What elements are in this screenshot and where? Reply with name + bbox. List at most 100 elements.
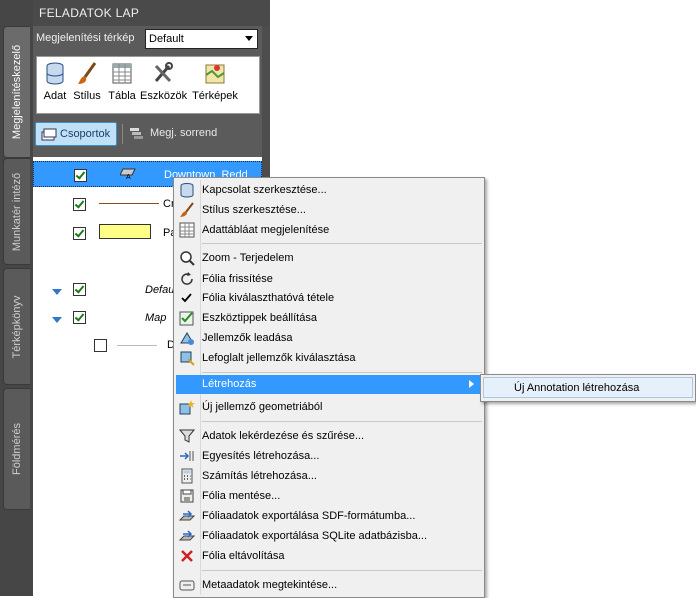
menu-item-view-metadata[interactable]: Metaadatok megtekintése... bbox=[176, 576, 482, 595]
map-icon bbox=[205, 64, 225, 84]
table-icon bbox=[179, 222, 195, 238]
tab-label: Földmérés bbox=[11, 423, 23, 475]
delete-icon bbox=[181, 550, 193, 562]
menu-item-label: Fólia kiválaszthatóvá tétele bbox=[202, 292, 335, 304]
save-layer-icon bbox=[180, 489, 194, 503]
draw-order-icon bbox=[130, 128, 143, 139]
toolbar-divider bbox=[122, 124, 123, 144]
menu-separator bbox=[202, 421, 482, 422]
tab-map-explorer[interactable]: Munkatér intéző bbox=[3, 158, 30, 265]
database-icon bbox=[46, 62, 64, 85]
layer-visibility-checkbox[interactable] bbox=[73, 283, 86, 296]
vertical-tab-strip: Megjelenítéskezelő Munkatér intéző Térké… bbox=[0, 0, 33, 596]
export-sqlite-icon bbox=[179, 530, 195, 541]
refresh-icon bbox=[181, 272, 193, 285]
menu-item-label: Fólia eltávolítása bbox=[202, 550, 285, 562]
group-name: Defau bbox=[145, 284, 175, 296]
export-sdf-icon bbox=[179, 510, 195, 521]
menu-item-refresh-layer[interactable]: Fólia frissítése bbox=[176, 270, 482, 289]
menu-item-export-sqlite[interactable]: Fóliaadatok exportálása SQLite adatbázis… bbox=[176, 527, 482, 546]
menu-item-label: Kapcsolat szerkesztése... bbox=[202, 184, 327, 196]
menu-item-make-selectable[interactable]: Fólia kiválaszthatóvá tétele bbox=[176, 289, 482, 308]
menu-item-label: Számítás létrehozása... bbox=[202, 470, 317, 482]
menu-item-label: Egyesítés létrehozása... bbox=[202, 450, 320, 462]
checkbox-icon bbox=[179, 311, 194, 326]
menu-item-tooltip-settings[interactable]: Eszköztippek beállítása bbox=[176, 309, 482, 328]
menu-item-new-feature-from-geometry[interactable]: Új jellemző geometriából bbox=[176, 398, 482, 417]
maps-tool-button[interactable]: Térképek bbox=[192, 61, 238, 102]
check-icon bbox=[181, 293, 192, 303]
select-locked-icon bbox=[180, 351, 195, 366]
menu-item-edit-connection[interactable]: Kapcsolat szerkesztése... bbox=[176, 181, 482, 200]
tool-label: Eszközök bbox=[140, 90, 188, 102]
tab-survey[interactable]: Földmérés bbox=[3, 388, 30, 510]
menu-item-create-join[interactable]: Egyesítés létrehozása... bbox=[176, 447, 482, 466]
database-icon bbox=[180, 183, 194, 198]
release-icon bbox=[180, 332, 194, 345]
group-name: Map bbox=[145, 312, 167, 324]
menu-item-label: Stílus szerkesztése... bbox=[202, 204, 306, 216]
draw-order-label: Megj. sorrend bbox=[150, 127, 218, 139]
menu-item-zoom-extents[interactable]: Zoom - Terjedelem bbox=[176, 249, 482, 268]
menu-item-label: Jellemzők leadása bbox=[202, 332, 293, 344]
new-feature-icon bbox=[179, 400, 195, 415]
groups-button[interactable]: Csoportok bbox=[35, 122, 117, 146]
chevron-down-icon bbox=[245, 36, 253, 41]
view-switcher: Csoportok Megj. sorrend bbox=[33, 121, 262, 151]
brush-icon bbox=[180, 202, 194, 217]
layer-visibility-checkbox[interactable] bbox=[73, 311, 86, 324]
menu-item-create-calculation[interactable]: Számítás létrehozása... bbox=[176, 467, 482, 486]
menu-item-label: Adattábláat megjelenítése bbox=[202, 224, 330, 236]
layer-visibility-checkbox[interactable] bbox=[94, 339, 107, 352]
groups-button-label: Csoportok bbox=[60, 128, 111, 140]
menu-item-label: Metaadatok megtekintése... bbox=[202, 579, 338, 591]
layer-visibility-checkbox[interactable] bbox=[73, 227, 86, 240]
menu-item-label: Létrehozás bbox=[202, 378, 257, 390]
calculator-icon bbox=[181, 468, 193, 484]
menu-item-edit-style[interactable]: Stílus szerkesztése... bbox=[176, 201, 482, 220]
expand-icon[interactable] bbox=[52, 317, 62, 323]
groups-icon bbox=[41, 128, 57, 141]
table-icon bbox=[112, 63, 132, 84]
tool-label: Térképek bbox=[192, 90, 238, 102]
menu-item-label: Fólia frissítése bbox=[202, 273, 273, 285]
layer-visibility-checkbox[interactable] bbox=[73, 198, 86, 211]
tab-label: Munkatér intéző bbox=[11, 172, 23, 251]
metadata-icon bbox=[179, 580, 195, 591]
menu-item-show-data-table[interactable]: Adattábláat megjelenítése bbox=[176, 221, 482, 240]
tab-map-book[interactable]: Térképkönyv bbox=[3, 268, 30, 385]
table-tool-button[interactable]: Tábla bbox=[107, 61, 137, 102]
line-style-swatch bbox=[99, 203, 159, 204]
map-select-value: Default bbox=[149, 33, 184, 45]
tool-label: Tábla bbox=[108, 90, 136, 102]
annotation-layer-icon: A bbox=[120, 168, 136, 180]
polygon-style-swatch bbox=[99, 224, 151, 239]
menu-item-label: Új jellemző geometriából bbox=[202, 401, 323, 413]
tab-label: Megjelenítéskezelő bbox=[11, 44, 23, 140]
menu-item-select-locked[interactable]: Lefoglalt jellemzők kiválasztása bbox=[176, 349, 482, 368]
menu-item-export-sdf[interactable]: Fóliaadatok exportálása SDF-formátumba..… bbox=[176, 507, 482, 526]
layer-visibility-checkbox[interactable] bbox=[74, 169, 87, 182]
join-icon bbox=[180, 451, 194, 461]
style-tool-button[interactable]: Stílus bbox=[71, 61, 103, 102]
tools-button[interactable]: Eszközök bbox=[140, 61, 188, 102]
expand-icon[interactable] bbox=[52, 289, 62, 295]
menu-item-label: Eszköztippek beállítása bbox=[202, 312, 317, 324]
menu-item-label: Adatok lekérdezése és szűrése... bbox=[202, 430, 365, 442]
menu-separator bbox=[202, 372, 482, 373]
tab-display-manager[interactable]: Megjelenítéskezelő bbox=[3, 26, 30, 158]
menu-item-release-features[interactable]: Jellemzők leadása bbox=[176, 329, 482, 348]
menu-item-label: Lefoglalt jellemzők kiválasztása bbox=[202, 352, 356, 364]
context-menu: Kapcsolat szerkesztése... Stílus szerkes… bbox=[173, 177, 485, 598]
menu-item-new-annotation[interactable]: Új Annotation létrehozása bbox=[483, 377, 693, 398]
tool-label: Stílus bbox=[73, 90, 101, 102]
menu-item-create[interactable]: Létrehozás bbox=[176, 375, 482, 394]
palette-header: FELADATOK LAP bbox=[33, 0, 270, 26]
menu-item-query-filter[interactable]: Adatok lekérdezése és szűrése... bbox=[176, 427, 482, 446]
map-select[interactable]: Default bbox=[145, 29, 258, 49]
menu-item-remove-layer[interactable]: Fólia eltávolítása bbox=[176, 547, 482, 566]
svg-text:A: A bbox=[126, 174, 131, 180]
tab-label: Térképkönyv bbox=[11, 295, 23, 358]
menu-item-save-layer[interactable]: Fólia mentése... bbox=[176, 487, 482, 506]
data-tool-button[interactable]: Adat bbox=[41, 61, 69, 102]
